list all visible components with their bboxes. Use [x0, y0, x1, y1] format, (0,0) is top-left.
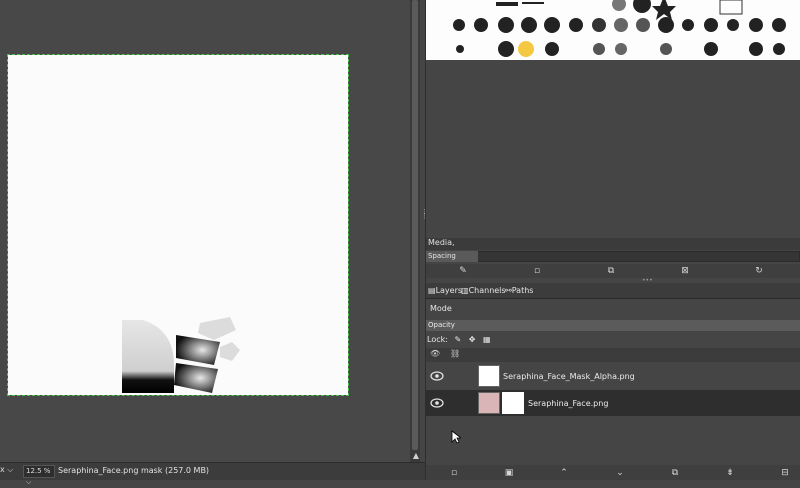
visibility-eye-icon[interactable] [430, 398, 444, 408]
lock-row: Lock: ✎ ✥ ▦ [426, 333, 800, 347]
unit-selector[interactable]: x ⌵ [0, 465, 22, 478]
tab-layers-label: Layers [435, 286, 463, 295]
new-brush-icon[interactable]: ▫ [530, 264, 544, 278]
status-message: Seraphina_Face.png mask (257.0 MB) [58, 466, 210, 475]
layer-mode-select[interactable]: Mode [426, 300, 800, 318]
duplicate-layer-icon[interactable]: ⧉ [668, 466, 682, 480]
tab-channels-label: Channels [468, 286, 506, 295]
layer-name[interactable]: Seraphina_Face_Mask_Alpha.png [503, 372, 635, 381]
chevron-down-icon: ⌵ [26, 478, 32, 486]
tab-layers[interactable]: ▤Layers [428, 284, 462, 298]
layers-list-header [426, 348, 800, 362]
unit-value: x [0, 465, 5, 474]
layer-thumbnail [478, 392, 500, 414]
duplicate-brush-icon[interactable]: ⧉ [604, 264, 618, 278]
layer-row[interactable]: Seraphina_Face_Mask_Alpha.png [426, 363, 800, 389]
layer-thumbnail [478, 365, 500, 387]
tab-channels[interactable]: ▥Channels [461, 284, 506, 298]
spacing-slider[interactable] [426, 251, 800, 262]
lock-label: Lock: [427, 335, 448, 344]
lock-alpha-icon[interactable]: ▦ [483, 335, 491, 344]
lock-pixels-icon[interactable]: ✎ [454, 335, 461, 344]
tab-paths[interactable]: ⚯Paths [505, 284, 533, 298]
raise-layer-icon[interactable]: ⌃ [557, 466, 571, 480]
opacity-label: Opacity [428, 321, 455, 329]
visibility-eye-icon[interactable] [430, 371, 444, 381]
opacity-slider[interactable] [426, 320, 800, 331]
delete-brush-icon[interactable]: ⊠ [678, 264, 692, 278]
lower-layer-icon[interactable]: ⌄ [613, 466, 627, 480]
edit-brush-icon[interactable]: ✎ [456, 264, 470, 278]
new-layer-group-icon[interactable]: ▣ [502, 466, 516, 480]
layer-row-selected[interactable]: Seraphina_Face.png [426, 390, 800, 416]
brush-grid[interactable] [426, 0, 800, 82]
zoom-selector[interactable]: 12.5 % ⌵ [23, 465, 55, 486]
chevron-down-icon: ⌵ [7, 465, 14, 474]
lock-position-icon[interactable]: ✥ [469, 335, 476, 344]
image-canvas[interactable] [7, 54, 349, 396]
mouse-pointer-icon [451, 430, 461, 444]
tab-paths-label: Paths [511, 286, 534, 295]
channels-icon: ▥ [461, 286, 469, 295]
scrollbar-thumb[interactable] [412, 0, 418, 450]
brush-name-label: Media, [426, 238, 800, 250]
chain-header-icon: ⛓ [450, 349, 461, 358]
zoom-value: 12.5 % [26, 467, 51, 475]
paths-icon: ⚯ [505, 286, 512, 295]
visibility-header-icon: 👁 [430, 349, 441, 358]
spacing-label: Spacing [428, 252, 456, 260]
brush-list-empty-area [426, 60, 800, 236]
navigate-icon[interactable]: ▲ [411, 451, 421, 461]
delete-layer-icon[interactable]: ⊟ [778, 466, 792, 480]
anchor-layer-icon[interactable]: ⇟ [723, 466, 737, 480]
mask-preview-shapes [122, 317, 240, 393]
layer-name[interactable]: Seraphina_Face.png [528, 399, 608, 408]
new-layer-icon[interactable]: ▫ [447, 466, 461, 480]
layer-mask-thumbnail[interactable] [502, 392, 524, 414]
layers-list-empty-area [426, 417, 800, 464]
refresh-brushes-icon[interactable]: ↻ [752, 264, 766, 278]
layers-icon: ▤ [428, 286, 436, 295]
